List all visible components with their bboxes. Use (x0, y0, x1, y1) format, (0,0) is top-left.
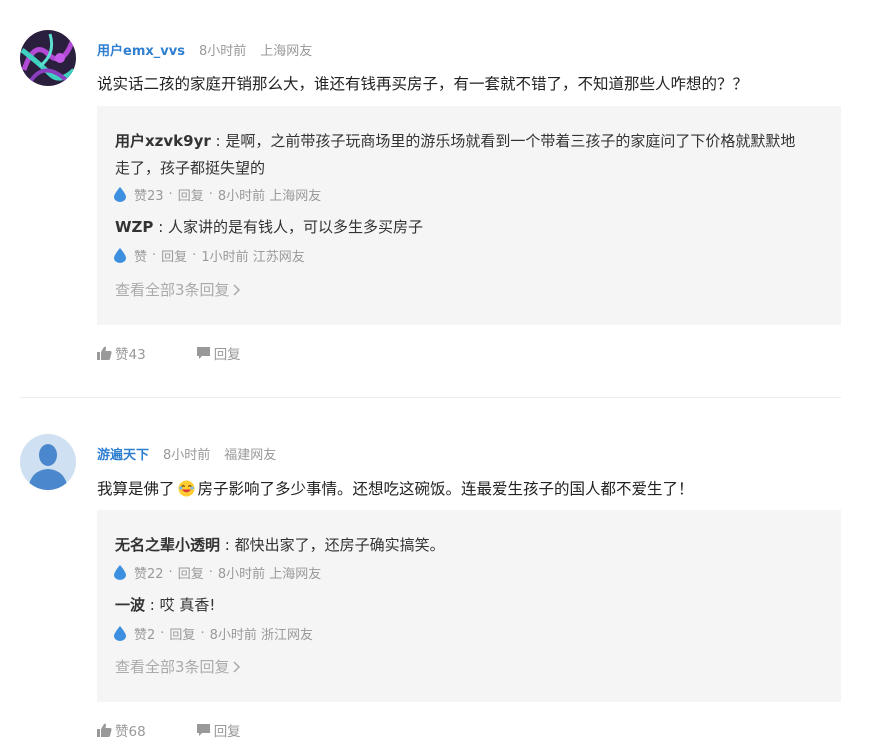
comment-item: 游遍天下 8小时前 福建网友 我算是佛了 房子影响了多少事情。还想吃这碗饭。连最爱生孩… (0, 400, 876, 753)
view-all-replies-link[interactable]: 查看全部3条回复 (115, 656, 241, 677)
comment-actions: 赞68 回复 (97, 720, 241, 740)
comment-item: 用户emx_vvs 8小时前 上海网友 说实话二孩的家庭开销那么大，谁还有钱再买房子… (0, 0, 876, 400)
reply-button-label: 回复 (213, 724, 241, 740)
thumbs-up-icon (97, 723, 112, 737)
reply-item: 一波 : 哎 真香! (115, 596, 216, 614)
chevron-right-icon (233, 283, 241, 296)
reply-username[interactable]: 一波 (115, 596, 145, 614)
drop-icon[interactable] (114, 248, 126, 263)
avatar[interactable] (20, 434, 76, 490)
reply-text: 都快出家了，还房子确实搞笑。 (234, 536, 445, 554)
view-all-replies-link[interactable]: 查看全部3条回复 (115, 279, 241, 300)
reply-button[interactable]: 回复 (196, 343, 241, 363)
reply-link[interactable]: 回复 (169, 624, 195, 643)
avatar[interactable] (20, 30, 76, 86)
reply-text: 是啊，之前带孩子玩商场里的游乐场就看到一个带着三孩子的家庭问了下价格就默默地 (225, 132, 796, 150)
thumbs-up-icon (97, 346, 112, 360)
reply-username[interactable]: 用户xzvk9yr (115, 132, 211, 150)
comment-text-part: 我算是佛了 (97, 480, 175, 498)
divider (20, 397, 841, 398)
reply-box: 无名之辈小透明 : 都快出家了，还房子确实搞笑。 赞22 · 回复 · 8小时前 上海网… (97, 510, 841, 702)
like-count: 赞68 (115, 724, 146, 740)
reply-username[interactable]: WZP (115, 218, 153, 236)
like-button[interactable]: 赞68 (97, 720, 146, 740)
reply-meta: 赞23 · 回复 · 8小时前 上海网友 (114, 185, 321, 204)
reply-link[interactable]: 回复 (161, 246, 187, 265)
reply-likes[interactable]: 赞2 (134, 624, 155, 643)
comment-location: 上海网友 (260, 44, 313, 59)
comment-text: 说实话二孩的家庭开销那么大，谁还有钱再买房子，有一套就不错了，不知道那些人咋想的… (97, 75, 749, 93)
comment-text-part: 房子影响了多少事情。还想吃这碗饭。连最爱生孩子的国人都不爱生了！ (197, 480, 694, 498)
comment-bubble-icon (196, 347, 210, 359)
reply-button[interactable]: 回复 (196, 720, 241, 740)
reply-likes[interactable]: 赞22 (134, 563, 164, 582)
reply-time-location: 8小时前 上海网友 (217, 189, 322, 204)
comment-username[interactable]: 用户emx_vvs (97, 44, 185, 59)
reply-time-location: 8小时前 浙江网友 (209, 628, 313, 643)
comment-time: 8小时前 (198, 44, 247, 59)
reply-button-label: 回复 (213, 347, 241, 363)
reply-text: 哎 真香! (159, 596, 216, 614)
reply-item: 用户xzvk9yr : 是啊，之前带孩子玩商场里的游乐场就看到一个带着三孩子的家… (115, 132, 796, 177)
comment-actions: 赞43 回复 (97, 343, 241, 363)
like-button[interactable]: 赞43 (97, 343, 146, 363)
drop-icon[interactable] (114, 626, 126, 641)
drop-icon[interactable] (114, 187, 126, 202)
reply-likes[interactable]: 赞 (134, 246, 147, 265)
reply-likes[interactable]: 赞23 (134, 185, 164, 204)
chevron-right-icon (233, 660, 241, 673)
comment-location: 福建网友 (224, 448, 277, 463)
comment-time: 8小时前 (163, 448, 211, 463)
reply-link[interactable]: 回复 (178, 185, 204, 204)
view-all-label: 查看全部3条回复 (115, 281, 230, 299)
comment-username[interactable]: 游遍天下 (97, 448, 149, 463)
reply-link[interactable]: 回复 (178, 563, 204, 582)
comment-meta: 游遍天下 8小时前 福建网友 (97, 444, 276, 463)
reply-box: 用户xzvk9yr : 是啊，之前带孩子玩商场里的游乐场就看到一个带着三孩子的家… (97, 106, 841, 325)
reply-meta: 赞 · 回复 · 1小时前 江苏网友 (114, 246, 305, 265)
view-all-label: 查看全部3条回复 (115, 658, 230, 676)
reply-username[interactable]: 无名之辈小透明 (115, 536, 220, 554)
reply-item: 无名之辈小透明 : 都快出家了，还房子确实搞笑。 (115, 536, 445, 554)
reply-meta: 赞22 · 回复 · 8小时前 上海网友 (114, 563, 321, 582)
reply-time-location: 8小时前 上海网友 (217, 567, 322, 582)
reply-item: WZP : 人家讲的是有钱人，可以多生多买房子 (115, 218, 424, 236)
reply-time-location: 1小时前 江苏网友 (201, 250, 305, 265)
laughing-emoji-icon (177, 480, 195, 497)
comment-meta: 用户emx_vvs 8小时前 上海网友 (97, 40, 312, 59)
like-count: 赞43 (115, 347, 146, 363)
reply-text: 人家讲的是有钱人，可以多生多买房子 (168, 218, 424, 236)
comment-bubble-icon (196, 724, 210, 736)
reply-text-cont: 走了，孩子都挺失望的 (115, 159, 266, 177)
reply-meta: 赞2 · 回复 · 8小时前 浙江网友 (114, 624, 313, 643)
comment-text: 我算是佛了 房子影响了多少事情。还想吃这碗饭。连最爱生孩子的国人都不爱生了！ (97, 477, 694, 499)
drop-icon[interactable] (114, 565, 126, 580)
